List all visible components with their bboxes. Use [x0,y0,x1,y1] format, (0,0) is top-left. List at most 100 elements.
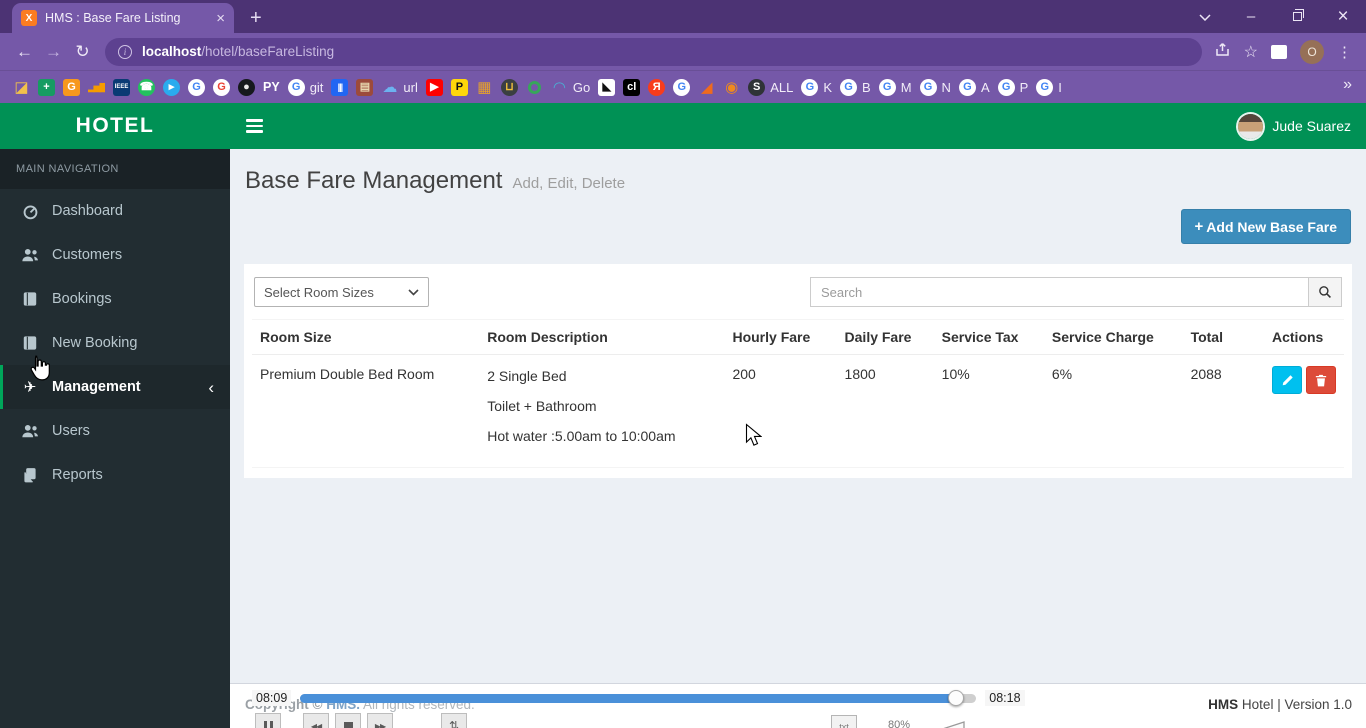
table-row: Premium Double Bed Room 2 Single Bed Toi… [252,355,1344,468]
craigslist-bookmark[interactable]: cl [623,79,640,96]
forward-button[interactable]: → [39,42,68,62]
add-new-base-fare-button[interactable]: + Add New Base Fare [1181,209,1351,244]
slider-handle[interactable] [948,690,964,706]
user-menu[interactable]: Jude Suarez [1238,114,1366,139]
chevron-left-icon: ‹ [208,379,214,396]
stop-button[interactable] [335,713,361,728]
url-bar[interactable]: i localhost /hotel/baseFareListing [105,38,1202,66]
reload-button[interactable]: ↻ [68,42,97,62]
sidebar-item-customers[interactable]: Customers [0,233,230,277]
sidebar-item-bookings[interactable]: Bookings [0,277,230,321]
yandex-bookmark[interactable]: Я [648,79,665,96]
barcode-bookmark[interactable]: ||| [331,79,348,96]
txt-button[interactable]: txt [831,715,857,728]
window-chevron-icon[interactable] [1182,0,1228,33]
sidebar-toggle-button[interactable] [230,103,278,149]
chevron-down-icon [408,289,419,296]
sidebar-item-dashboard[interactable]: Dashboard [0,189,230,233]
browser-tabstrip: X HMS : Base Fare Listing × + – × [0,0,1366,33]
google-git-bookmark[interactable]: G git [288,79,324,96]
telegram-bookmark[interactable]: ▸ [163,79,180,96]
pause-button[interactable] [255,713,281,728]
sidebar-item-management[interactable]: ✈ Management ‹ [0,365,230,409]
browser-tab[interactable]: X HMS : Base Fare Listing × [12,3,234,33]
col-room-description: Room Description [479,320,724,355]
sidebar-item-reports[interactable]: Reports [0,453,230,497]
volume-wedge-icon[interactable] [920,720,966,728]
sidebar-item-users[interactable]: Users [0,409,230,453]
cell-service-charge: 6% [1044,355,1183,468]
xampp-favicon-icon: X [21,10,37,26]
eagle-bookmark[interactable]: ◣ [598,79,615,96]
pencil-icon [1281,374,1294,387]
rewind-button[interactable]: ◀◀ [303,713,329,728]
browser-menu-icon[interactable]: ⋮ [1337,43,1352,61]
search-button[interactable] [1308,277,1342,307]
google-p-bookmark[interactable]: G P [998,79,1029,96]
plane-icon: ✈ [20,378,40,396]
base-fare-table: Room Size Room Description Hourly Fare D… [252,319,1344,468]
side-panel-icon[interactable] [1271,45,1287,59]
godaddy-bookmark[interactable]: ◠ Go [551,79,590,96]
google-a-bookmark[interactable]: G A [959,79,990,96]
dashboard-icon [20,203,40,220]
green-ring-bookmark[interactable] [526,81,543,94]
cloud-url-bookmark[interactable]: ☁ url [381,79,417,96]
tab-title: HMS : Base Fare Listing [45,11,210,25]
app-logo[interactable]: HOTEL [0,103,230,149]
google-k-bookmark[interactable]: G K [801,79,832,96]
minimize-button[interactable]: – [1228,0,1274,33]
google-b-bookmark[interactable]: G B [840,79,871,96]
p-yellow-bookmark[interactable]: P [451,79,468,96]
url-host: localhost [142,44,201,59]
orange-cube-bookmark[interactable]: G [63,79,80,96]
google-i-bookmark[interactable]: G I [1036,79,1062,96]
close-button[interactable]: × [1320,0,1366,33]
share-icon[interactable] [1214,41,1231,62]
users-icon [20,247,40,263]
copy-pages-icon [20,467,40,483]
edit-button[interactable] [1272,366,1302,394]
sheets-bookmark[interactable]: + [38,79,55,96]
s-all-bookmark[interactable]: S ALL [748,79,793,96]
main-content: Base Fare Management Add, Edit, Delete +… [230,149,1366,683]
sidebar-item-new-booking[interactable]: New Booking [0,321,230,365]
shopping-cart-bookmark[interactable]: ⊔ [501,79,518,96]
analytics-bookmark[interactable]: ▂▅▇ [88,79,105,96]
browser-profile-avatar[interactable]: O [1300,40,1324,64]
room-size-select[interactable]: Select Room Sizes [254,277,429,307]
tv-bookmark[interactable]: ▤ [356,79,373,96]
back-button[interactable]: ← [10,42,39,62]
google-m-bookmark[interactable]: G M [879,79,912,96]
movie-camera-bookmark[interactable]: ▦ [476,79,493,96]
matlab-bookmark[interactable]: ◢ [698,79,715,96]
users-icon [20,423,40,439]
col-room-size: Room Size [252,320,479,355]
youtube-bookmark[interactable]: ▶ [426,79,443,96]
restore-button[interactable] [1274,0,1320,33]
ieee-bookmark[interactable]: IEEE [113,79,130,96]
sidebar: MAIN NAVIGATION Dashboard Customers Book… [0,149,230,728]
whatsapp-bookmark[interactable]: ☎ [138,79,155,96]
google-bookmark[interactable]: G [188,79,205,96]
cell-service-tax: 10% [934,355,1044,468]
google-bookmark-2[interactable]: G [213,79,230,96]
search-input[interactable] [810,277,1308,307]
python-bookmark[interactable]: PY [263,79,280,96]
tab-close-icon[interactable]: × [216,11,225,26]
new-tab-button[interactable]: + [250,8,262,28]
bookmarks-overflow-icon[interactable]: » [1343,76,1352,94]
col-total: Total [1183,320,1264,355]
google-n-bookmark[interactable]: G N [920,79,951,96]
delete-button[interactable] [1306,366,1336,394]
adsense-bookmark[interactable]: ◪ [13,79,30,96]
github-bookmark[interactable]: ● [238,79,255,96]
seek-slider[interactable] [300,694,976,703]
bookmark-star-icon[interactable]: ☆ [1244,42,1258,62]
site-info-icon[interactable]: i [118,45,132,59]
fast-forward-button[interactable]: ▶▶ [367,713,393,728]
google-bookmark-3[interactable]: G [673,79,690,96]
user-avatar [1238,114,1263,139]
eye-bookmark[interactable]: ◉ [723,79,740,96]
swap-button[interactable]: ⇅ [441,713,467,728]
